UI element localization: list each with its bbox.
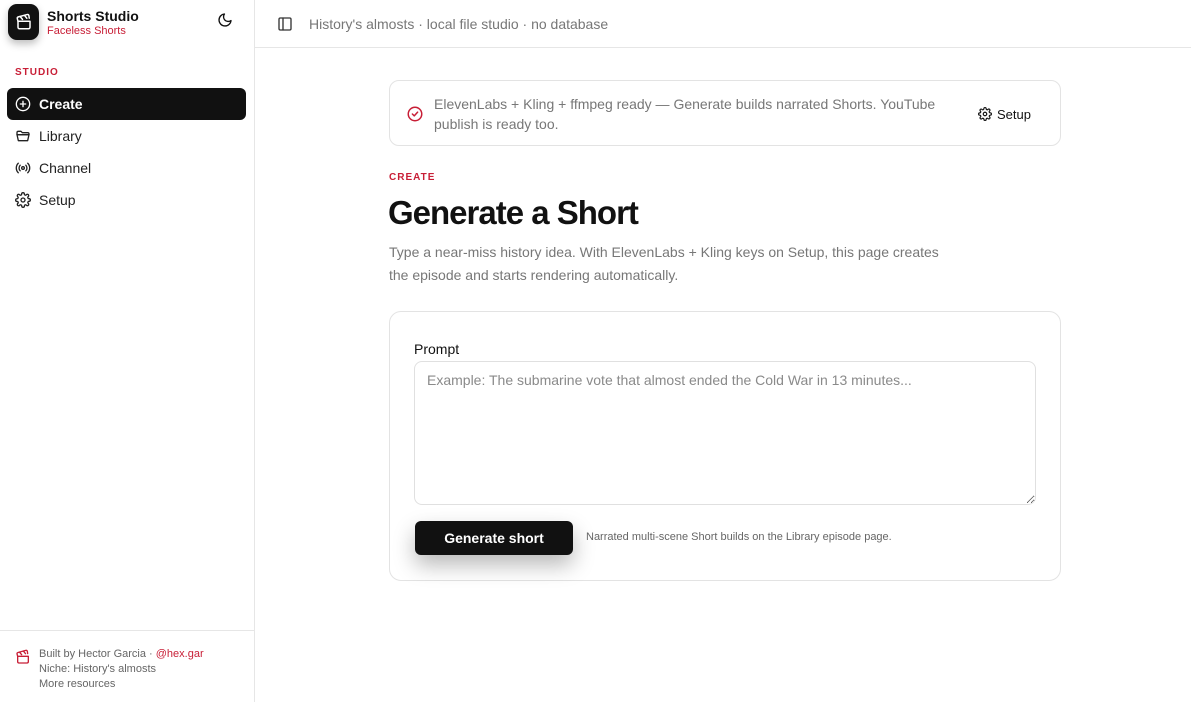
top-bar: History's almosts · local file studio · … [255, 0, 1191, 48]
plus-circle-icon [15, 96, 31, 112]
sidebar: Shorts Studio Faceless Shorts STUDIO Cre… [0, 0, 255, 702]
moon-icon [218, 13, 232, 27]
sidebar-item-label: Channel [39, 160, 92, 176]
sidebar-item-label: Create [39, 96, 83, 112]
sidebar-section-label: STUDIO [15, 67, 59, 78]
setup-button-label: Setup [997, 106, 1031, 122]
generate-hint: Narrated multi-scene Short builds on the… [586, 531, 892, 543]
sidebar-item-channel[interactable]: Channel [7, 152, 246, 184]
page-description: Type a near-miss history idea. With Elev… [389, 244, 939, 283]
status-banner: ElevenLabs + Kling + ffmpeg ready — Gene… [389, 80, 1061, 146]
footer-credit: Built by Hector Garcia · @hex.gar [39, 648, 204, 660]
footer-niche: Niche: History's almosts [39, 663, 157, 675]
gear-icon [978, 107, 992, 121]
sidebar-item-library[interactable]: Library [7, 120, 246, 152]
generate-short-button[interactable]: Generate short [415, 521, 573, 555]
page-title: Generate a Short [388, 194, 639, 231]
prompt-input[interactable] [414, 361, 1036, 505]
brand-title: Shorts Studio [47, 8, 139, 24]
brand[interactable]: Shorts Studio Faceless Shorts [8, 4, 248, 42]
folder-icon [15, 128, 31, 144]
sidebar-item-label: Setup [39, 192, 76, 208]
sidebar-nav: Create Library Channel Setup [7, 88, 246, 216]
sidebar-panel-icon [278, 17, 292, 31]
more-resources-link[interactable]: More resources [39, 678, 115, 690]
prompt-card: Prompt Generate short Narrated multi-sce… [389, 311, 1061, 581]
sidebar-item-label: Library [39, 128, 82, 144]
prompt-label: Prompt [414, 341, 460, 357]
sidebar-item-create[interactable]: Create [7, 88, 246, 120]
broadcast-icon [15, 160, 31, 176]
sidebar-toggle-button[interactable] [276, 15, 294, 33]
check-circle-icon [406, 105, 424, 123]
gear-icon [15, 192, 31, 208]
footer-built-by: Built by Hector Garcia · [39, 648, 156, 660]
theme-toggle-button[interactable] [215, 10, 235, 30]
page-eyebrow: CREATE [389, 172, 436, 183]
clapperboard-icon [8, 4, 39, 40]
sidebar-footer: Built by Hector Garcia · @hex.gar Niche:… [0, 630, 254, 702]
status-banner-text: ElevenLabs + Kling + ffmpeg ready — Gene… [434, 96, 936, 132]
sidebar-item-setup[interactable]: Setup [7, 184, 246, 216]
footer-handle-link[interactable]: @hex.gar [156, 648, 204, 660]
setup-button[interactable]: Setup [978, 103, 1031, 125]
brand-subtitle: Faceless Shorts [47, 25, 126, 37]
top-bar-text: History's almosts · local file studio · … [309, 16, 609, 32]
clapperboard-icon [15, 649, 31, 665]
